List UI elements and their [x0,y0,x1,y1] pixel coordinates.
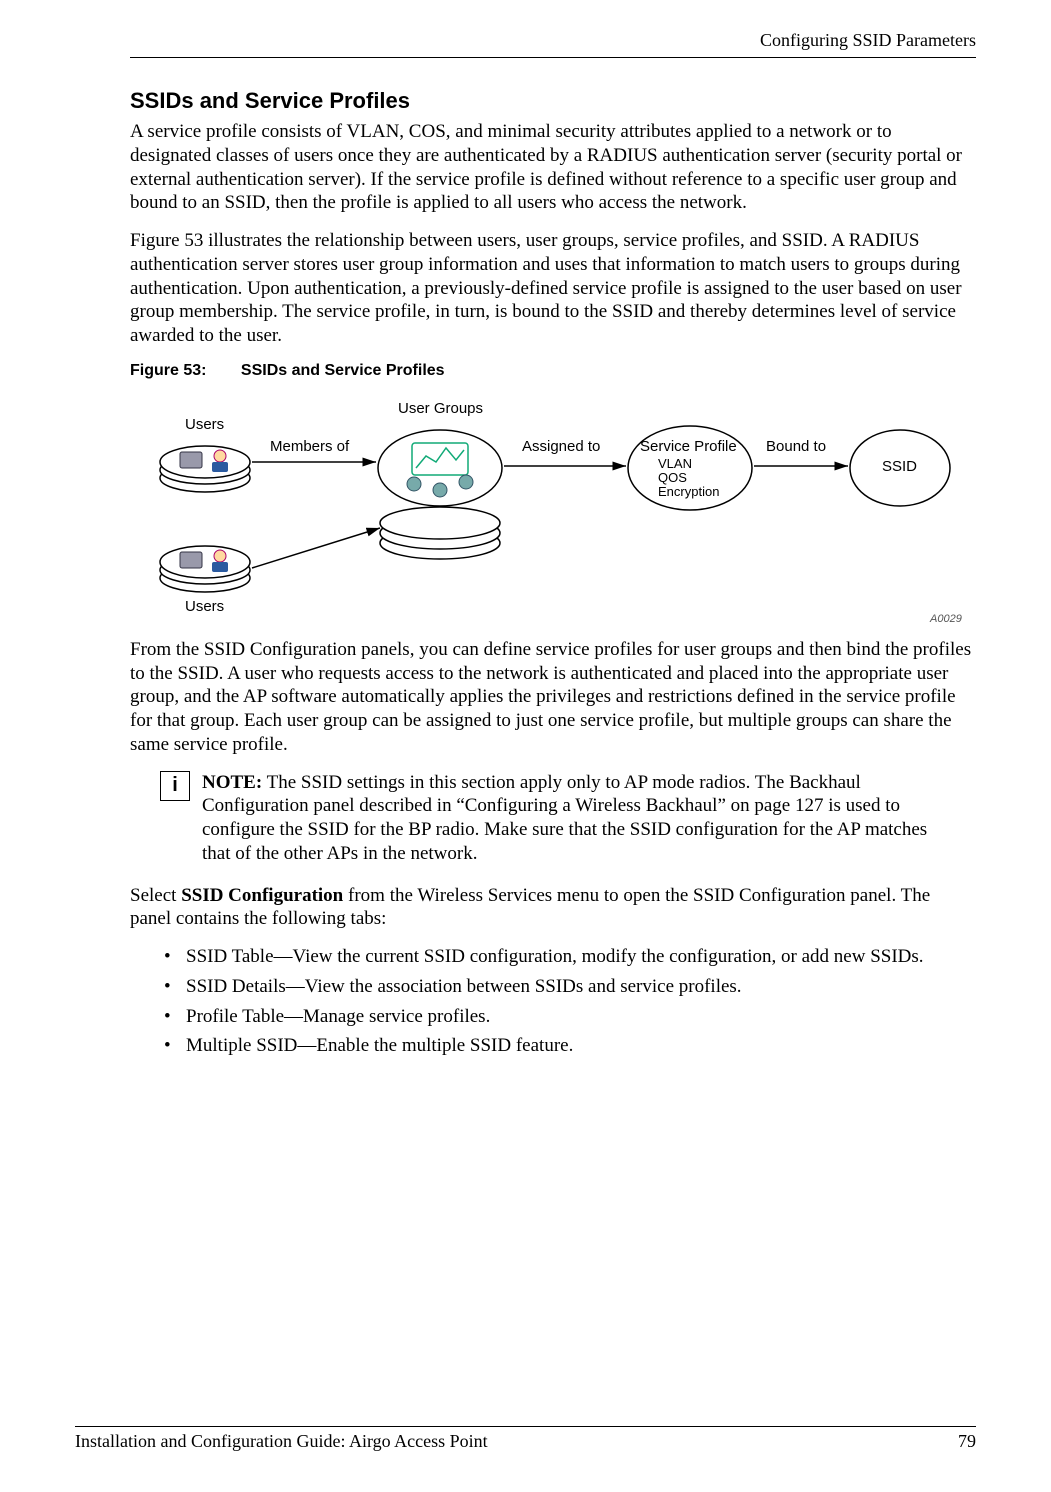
note-label: NOTE: [202,772,262,793]
label-encryption: Encryption [658,484,719,499]
list-item: Profile Table—Manage service profiles. [164,1005,976,1029]
paragraph-service-profile-intro: A service profile consists of VLAN, COS,… [130,120,976,215]
info-icon-glyph: i [172,774,178,797]
figure-number: Figure 53: [130,362,206,379]
section-title: SSIDs and Service Profiles [130,88,976,114]
label-vlan: VLAN [658,456,692,471]
label-service-profile: Service Profile [640,438,737,455]
figure-diagram: Users Users User Groups Members of Assig… [130,388,976,638]
select-prefix: Select [130,885,181,906]
select-bold: SSID Configuration [181,885,343,906]
paragraph-figure-reference: Figure 53 illustrates the relationship b… [130,229,976,348]
diagram-svg [130,388,980,638]
page-footer: Installation and Configuration Guide: Ai… [75,1426,976,1452]
tabs-list: SSID Table—View the current SSID configu… [164,945,976,1058]
header-divider [130,57,976,58]
arrow-users-bottom [252,528,380,568]
label-bound-to: Bound to [766,438,826,455]
paragraph-after-figure: From the SSID Configuration panels, you … [130,638,976,757]
figure-title: SSIDs and Service Profiles [241,362,445,379]
user-groups-icon [378,430,502,559]
note-body: The SSID settings in this section apply … [202,772,927,864]
footer-title: Installation and Configuration Guide: Ai… [75,1431,488,1452]
list-item: SSID Table—View the current SSID configu… [164,945,976,969]
info-icon: i [160,771,190,801]
page-number: 79 [958,1431,976,1452]
figure-caption: Figure 53: SSIDs and Service Profiles [130,362,976,380]
users-top-icon [160,446,250,492]
label-users-bottom: Users [185,598,224,615]
footer-divider [75,1426,976,1427]
figure-id: A0029 [930,613,962,625]
running-head: Configuring SSID Parameters [130,30,976,57]
label-ssid: SSID [882,458,917,475]
note-text: NOTE: The SSID settings in this section … [202,771,946,866]
users-bottom-icon [160,546,250,592]
note-block: i NOTE: The SSID settings in this sectio… [160,771,946,866]
paragraph-select-ssid: Select SSID Configuration from the Wirel… [130,884,976,932]
label-assigned-to: Assigned to [522,438,600,455]
list-item: Multiple SSID—Enable the multiple SSID f… [164,1034,976,1058]
label-members-of: Members of [270,438,349,455]
label-user-groups: User Groups [398,400,483,417]
label-users-top: Users [185,416,224,433]
label-qos: QOS [658,470,687,485]
list-item: SSID Details—View the association betwee… [164,975,976,999]
